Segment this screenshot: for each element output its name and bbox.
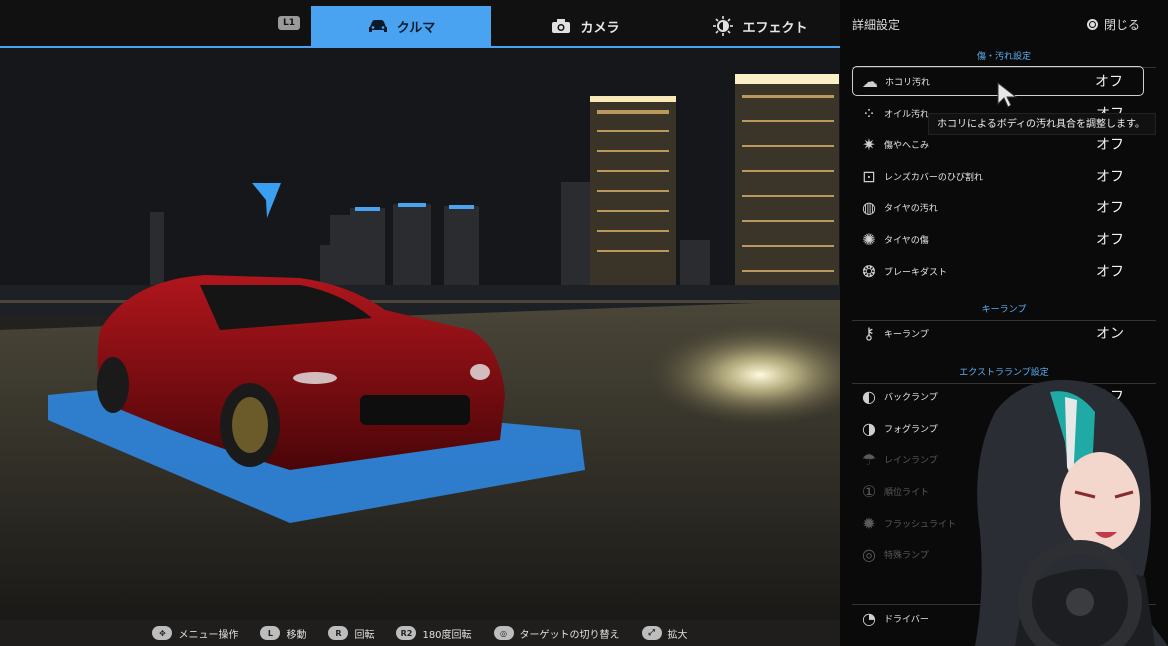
circle-button-icon [1086,19,1098,30]
key-icon: ⚷ [863,323,875,343]
tab-camera-label: カメラ [580,20,620,36]
panel-title: 詳細設定 [852,18,901,32]
tab-effect-label: エフェクト [742,20,808,36]
dpad-icon: ✥ [152,626,173,640]
back-lamp-icon: ◐ [862,386,876,406]
scene-illustration [0,48,840,620]
camera-icon [550,17,572,35]
rain-lamp-icon: ☂ [861,449,877,469]
driver-icon: ◔ [862,608,876,628]
row-lens-crack-value: オフ [1096,169,1124,185]
flash-light-icon: ✹ [862,513,876,533]
hint-zoom-label: 拡大 [667,629,688,641]
close-button[interactable]: 閉じる [1086,16,1140,33]
cloud-icon: ☁ [862,71,878,91]
r-stick-icon: R [328,626,349,640]
row-scratch-value: オフ [1096,137,1124,153]
control-hints: ✥ メニュー操作 L 移動 R 回転 R2 180度回転 ◎ ターゲットの切り替え ⤢ 拡大 [0,620,840,646]
zoom-icon: ⤢ [641,626,662,640]
hint-move-label: 移動 [286,629,307,641]
row-tire-damage-value: オフ [1096,232,1124,248]
close-label: 閉じる [1103,18,1140,32]
hint-rotate-label: 回転 [354,629,375,641]
row-tire-dirt-label: タイヤの汚れ [884,203,938,214]
tire-damage-icon: ✺ [862,229,876,249]
row-dust-value: オフ [1095,74,1123,90]
hint-rotate-180: R2 180度回転 [396,626,472,641]
hint-menu: ✥ メニュー操作 [152,626,238,641]
row-tire-dirt-value: オフ [1096,200,1124,216]
pointer-cursor-icon [997,82,1018,108]
row-scratch-label: 傷やへこみ [884,140,930,151]
tab-car-label: クルマ [396,20,436,36]
row-brake-dust[interactable]: ❂ ブレーキダスト オフ [852,256,1144,286]
fog-lamp-icon: ◑ [862,418,876,438]
special-lamp-icon: ◎ [862,544,876,564]
tire-dirt-icon: ◍ [862,197,876,217]
hint-menu-label: メニュー操作 [178,629,239,641]
row-dust-label: ホコリ汚れ [885,77,931,88]
row-brake-dust-label: ブレーキダスト [884,267,948,278]
l1-button-hint[interactable]: L1 [278,16,300,30]
row-lens-crack-label: レンズカバーのひび割れ [884,172,983,183]
hint-rotate: R 回転 [328,626,374,641]
photo-scene [0,0,840,646]
row-tire-dirt[interactable]: ◍ タイヤの汚れ オフ [852,192,1144,222]
l-stick-icon: L [260,626,281,640]
hint-target: ◎ ターゲットの切り替え [493,626,620,641]
scratch-icon: ✷ [862,134,876,154]
row-key-lamp-label: キーランプ [884,329,929,340]
row-key-lamp-value: オン [1096,326,1124,342]
row-key-lamp[interactable]: ⚷ キーランプ オン [852,318,1144,348]
lens-crack-icon: ⊡ [862,166,876,186]
target-switch-icon: ◎ [493,626,514,640]
tooltip: ホコリによるボディの汚れ具合を調整します。 [928,113,1156,135]
hint-rotate-180-label: 180度回転 [422,629,472,641]
car-icon [367,17,389,35]
hint-move: L 移動 [260,626,306,641]
tab-car[interactable]: クルマ [311,6,491,46]
top-tab-bar: L1 クルマ カメラ エフェクト [0,0,840,48]
tab-effect[interactable]: エフェクト [680,6,840,46]
row-lens-crack[interactable]: ⊡ レンズカバーのひび割れ オフ [852,161,1144,191]
drops-icon: ⁘ [862,103,876,123]
row-brake-dust-value: オフ [1096,264,1124,280]
brake-dust-icon: ❂ [862,261,876,281]
hint-target-label: ターゲットの切り替え [519,629,620,641]
streamer-avatar-overlay [975,380,1168,646]
effect-icon [712,16,734,36]
row-tire-damage[interactable]: ✺ タイヤの傷 オフ [852,224,1144,254]
tab-camera[interactable]: カメラ [495,6,675,46]
r2-icon: R2 [396,626,417,640]
position-light-icon: ① [861,481,877,501]
row-tire-damage-label: タイヤの傷 [884,235,929,246]
hint-zoom: ⤢ 拡大 [641,626,688,641]
